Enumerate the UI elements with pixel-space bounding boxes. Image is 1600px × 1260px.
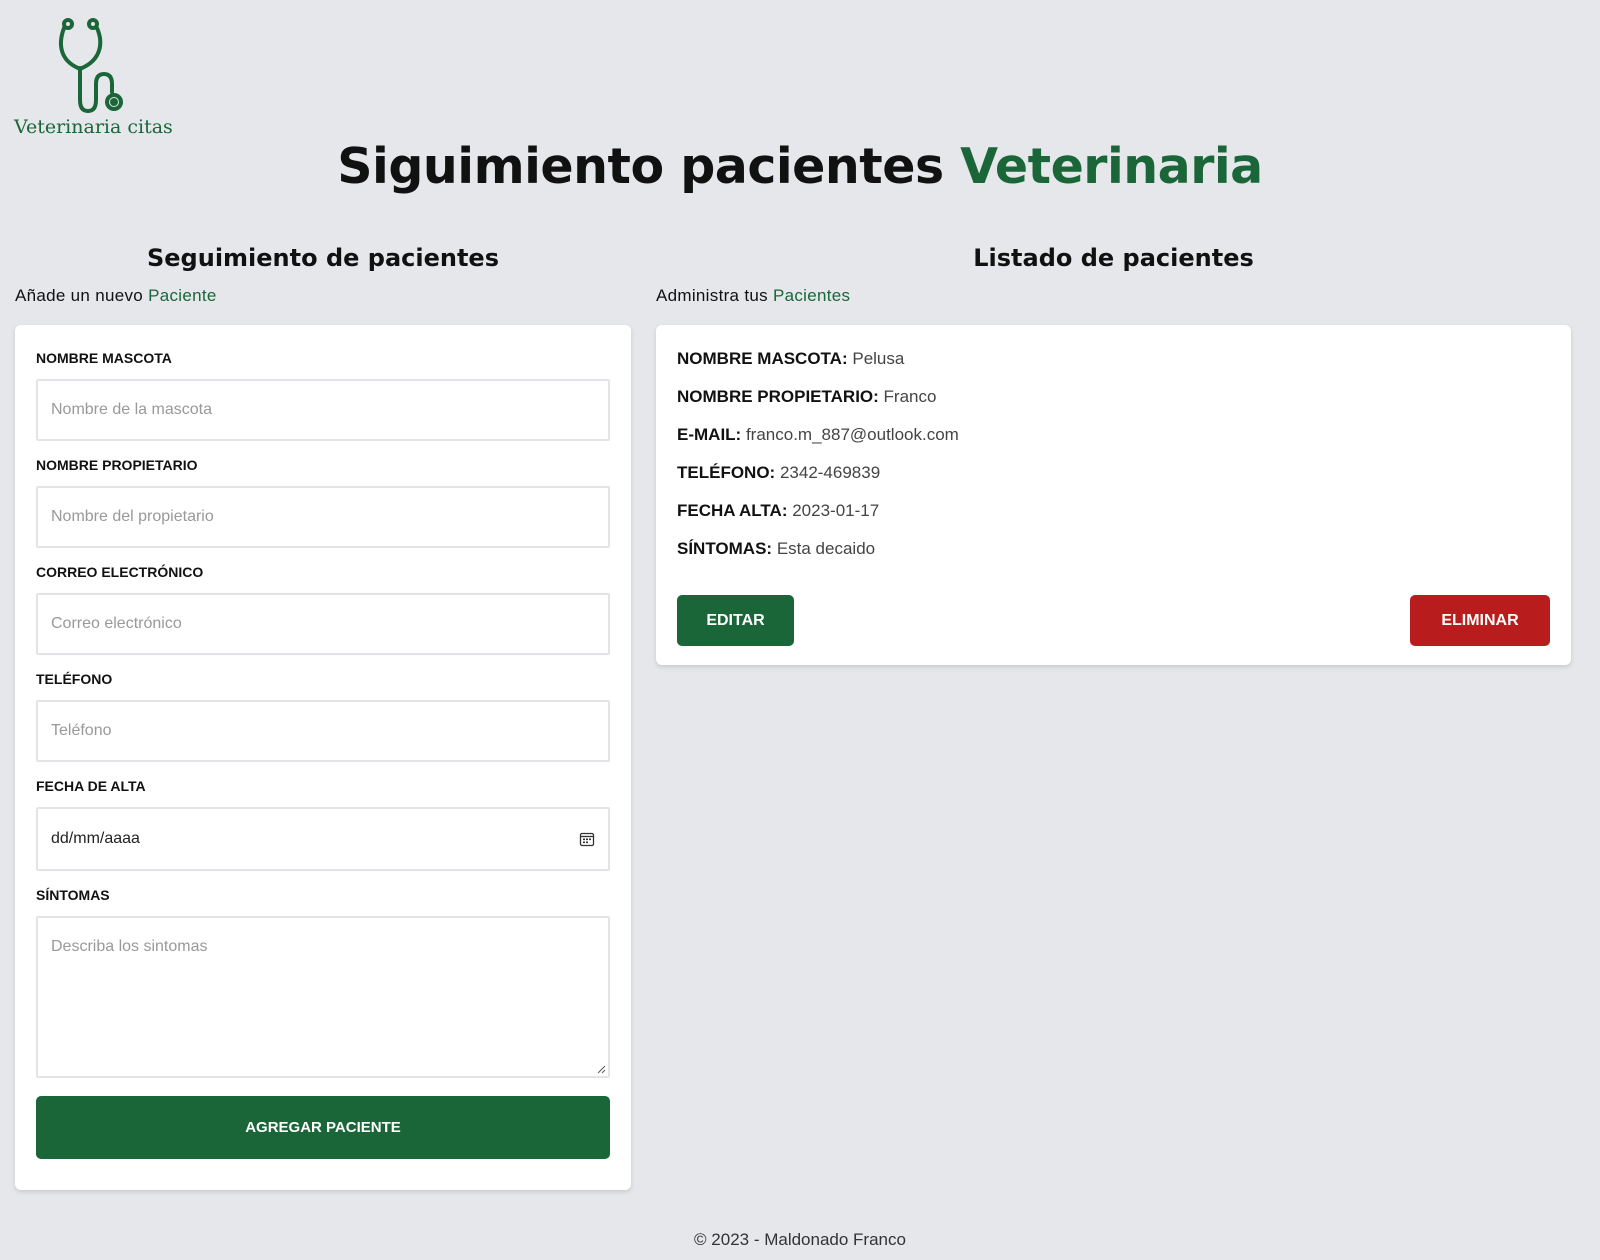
delete-button[interactable]: ELIMINAR [1410, 595, 1550, 646]
add-patient-button[interactable]: AGREGAR PACIENTE [36, 1096, 610, 1159]
form-section: Seguimiento de pacientes Añade un nuevo … [15, 238, 631, 1190]
phone-label: TELÉFONO [36, 671, 113, 687]
patient-email-row: E-MAIL: franco.m_887@outlook.com [677, 423, 1550, 461]
page-title: Siguimiento pacientes Veterinaria [0, 138, 1600, 195]
symptoms-textarea[interactable]: Describa los sintomas [36, 916, 610, 1078]
owner-name-label: NOMBRE PROPIETARIO [36, 457, 198, 473]
row-key: NOMBRE MASCOTA: [677, 349, 848, 368]
owner-name-input[interactable]: Nombre del propietario [36, 486, 610, 548]
row-value: 2342-469839 [779, 463, 881, 482]
symptoms-placeholder: Describa los sintomas [51, 938, 208, 955]
row-value: Esta decaido [776, 539, 876, 558]
list-subtitle-prefix: Administra tus [656, 286, 773, 305]
row-key: NOMBRE PROPIETARIO: [677, 387, 879, 406]
pet-name-input[interactable]: Nombre de la mascota [36, 379, 610, 441]
logo: Veterinaria citas [14, 14, 184, 144]
footer: © 2023 - Maldonado Franco [694, 1230, 906, 1249]
edit-button[interactable]: EDITAR [677, 595, 794, 646]
phone-input[interactable]: Teléfono [36, 700, 610, 762]
page-title-main: Siguimiento pacientes [337, 138, 961, 195]
row-value: Pelusa [852, 349, 905, 368]
list-section-subtitle: Administra tus Pacientes [656, 281, 1571, 311]
patient-symptoms-row: SÍNTOMAS: Esta decaido [677, 537, 1550, 575]
patient-date-row: FECHA ALTA: 2023-01-17 [677, 499, 1550, 537]
pet-name-label: NOMBRE MASCOTA [36, 350, 172, 366]
row-key: SÍNTOMAS: [677, 539, 773, 558]
email-label: CORREO ELECTRÓNICO [36, 564, 204, 580]
patient-actions: EDITAR ELIMINAR [677, 595, 1550, 646]
patient-pet-name-row: NOMBRE MASCOTA: Pelusa [677, 347, 1550, 385]
symptoms-label: SÍNTOMAS [36, 887, 110, 903]
row-value: Franco [883, 387, 937, 406]
form-subtitle-accent: Paciente [148, 286, 217, 305]
patient-owner-row: NOMBRE PROPIETARIO: Franco [677, 385, 1550, 423]
list-section-title: Listado de pacientes [973, 244, 1254, 272]
calendar-icon[interactable] [579, 831, 595, 847]
date-input-placeholder: dd/mm/aaaa [51, 830, 140, 847]
row-value: franco.m_887@outlook.com [745, 425, 959, 444]
form-section-subtitle: Añade un nuevo Paciente [15, 281, 631, 311]
email-input[interactable]: Correo electrónico [36, 593, 610, 655]
row-key: E-MAIL: [677, 425, 742, 444]
logo-text: Veterinaria citas [14, 116, 173, 138]
list-subtitle-accent: Pacientes [772, 286, 851, 305]
row-value: 2023-01-17 [792, 501, 880, 520]
row-key: TELÉFONO: [677, 463, 776, 482]
list-section: Listado de pacientes Administra tus Paci… [656, 238, 1571, 665]
form-subtitle-prefix: Añade un nuevo [15, 286, 149, 305]
date-label: FECHA DE ALTA [36, 778, 146, 794]
form-section-title: Seguimiento de pacientes [146, 244, 499, 272]
patient-card: NOMBRE MASCOTA: Pelusa NOMBRE PROPIETARI… [656, 325, 1571, 665]
patient-phone-row: TELÉFONO: 2342-469839 [677, 461, 1550, 499]
date-input[interactable]: dd/mm/aaaa [36, 807, 610, 871]
resize-handle-icon[interactable] [596, 1064, 606, 1074]
page-title-accent: Veterinaria [960, 138, 1263, 195]
patient-form: NOMBRE MASCOTA Nombre de la mascota NOMB… [15, 325, 631, 1190]
stethoscope-icon [59, 18, 123, 114]
row-key: FECHA ALTA: [677, 501, 788, 520]
